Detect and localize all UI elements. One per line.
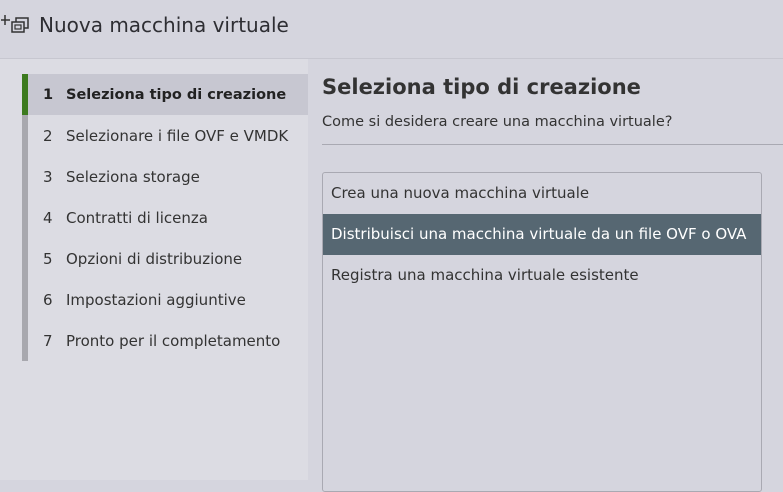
wizard-steps-list: 1 Seleziona tipo di creazione 2 Selezion…: [22, 74, 308, 361]
step-label: Opzioni di distribuzione: [66, 249, 243, 268]
wizard-steps-sidebar: 1 Seleziona tipo di creazione 2 Selezion…: [0, 59, 308, 480]
option-register-existing-vm[interactable]: Registra una macchina virtuale esistente: [323, 255, 761, 296]
page-subtitle: Come si desidera creare una macchina vir…: [322, 114, 673, 130]
step-3-select-storage[interactable]: 3 Seleziona storage: [22, 156, 308, 197]
wizard-content: Seleziona tipo di creazione Come si desi…: [308, 59, 783, 492]
step-4-license-agreements[interactable]: 4 Contratti di licenza: [22, 197, 308, 238]
step-number: 3: [43, 167, 53, 186]
step-number: 6: [43, 290, 53, 309]
step-label: Contratti di licenza: [66, 208, 208, 227]
page-title: Seleziona tipo di creazione: [322, 75, 641, 99]
step-number: 7: [43, 331, 53, 350]
step-number: 1: [43, 86, 54, 103]
step-5-deployment-options[interactable]: 5 Opzioni di distribuzione: [22, 238, 308, 279]
step-label: Pronto per il completamento: [66, 331, 281, 350]
step-label: Selezionare i file OVF e VMDK: [66, 126, 289, 145]
creation-type-listbox[interactable]: Crea una nuova macchina virtuale Distrib…: [322, 172, 762, 492]
new-vm-icon: [1, 15, 29, 33]
step-number: 5: [43, 249, 53, 268]
step-2-select-ovf-vmdk[interactable]: 2 Selezionare i file OVF e VMDK: [22, 115, 308, 156]
dialog-header: Nuova macchina virtuale: [0, 0, 783, 58]
step-label: Impostazioni aggiuntive: [66, 290, 246, 309]
option-deploy-from-ovf-ova[interactable]: Distribuisci una macchina virtuale da un…: [323, 214, 761, 255]
dialog-title: Nuova macchina virtuale: [39, 13, 289, 37]
step-number: 4: [43, 208, 53, 227]
step-label: Seleziona tipo di creazione: [66, 86, 287, 103]
step-label: Seleziona storage: [66, 167, 200, 186]
option-create-new-vm[interactable]: Crea una nuova macchina virtuale: [323, 173, 761, 214]
step-number: 2: [43, 126, 53, 145]
step-1-select-creation-type[interactable]: 1 Seleziona tipo di creazione: [22, 74, 308, 115]
content-divider: [322, 144, 783, 145]
step-7-ready-to-complete[interactable]: 7 Pronto per il completamento: [22, 320, 308, 361]
step-6-additional-settings[interactable]: 6 Impostazioni aggiuntive: [22, 279, 308, 320]
